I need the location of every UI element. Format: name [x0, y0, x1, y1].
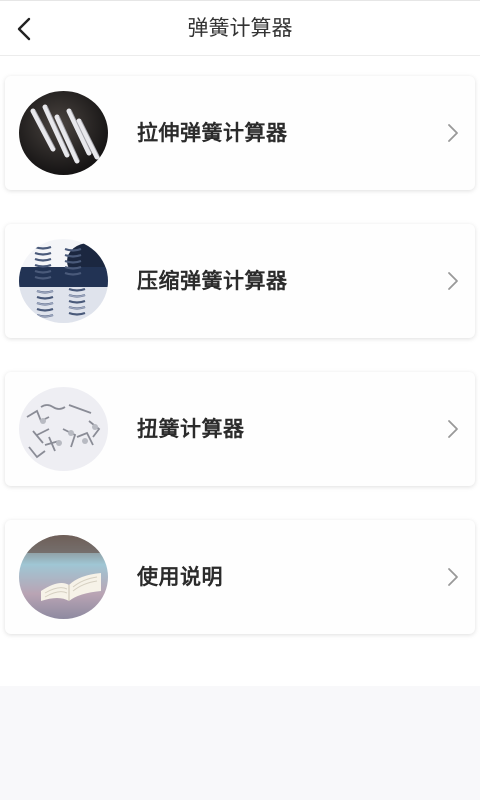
- menu-item-compression-spring-calculator[interactable]: 压缩弹簧计算器: [5, 224, 475, 338]
- menu-item-torsion-spring-calculator[interactable]: 扭簧计算器: [5, 372, 475, 486]
- chevron-right-icon: [448, 568, 458, 586]
- open-book-photo: [19, 535, 108, 619]
- chevron-right-icon: [448, 272, 458, 290]
- menu-item-instructions[interactable]: 使用说明: [5, 520, 475, 634]
- menu-item-label: 拉伸弹簧计算器: [137, 121, 288, 145]
- menu-list: 拉伸弹簧计算器 压缩弹簧计算器 扭簧计算器 使用说明: [0, 56, 480, 686]
- nav-bar: 弹簧计算器: [0, 0, 480, 56]
- compression-springs-photo: [19, 239, 108, 323]
- menu-item-extension-spring-calculator[interactable]: 拉伸弹簧计算器: [5, 76, 475, 190]
- extension-springs-photo: [19, 91, 108, 175]
- chevron-right-icon: [448, 124, 458, 142]
- page-title: 弹簧计算器: [187, 16, 293, 40]
- app-screen: 弹簧计算器 拉伸弹簧计算器 压缩弹簧计算器 扭簧计算器 使用说明: [0, 0, 480, 800]
- chevron-right-icon: [448, 420, 458, 438]
- menu-item-label: 压缩弹簧计算器: [137, 269, 288, 293]
- menu-item-label: 使用说明: [137, 565, 223, 589]
- torsion-springs-photo: [19, 387, 108, 471]
- menu-item-label: 扭簧计算器: [137, 417, 245, 441]
